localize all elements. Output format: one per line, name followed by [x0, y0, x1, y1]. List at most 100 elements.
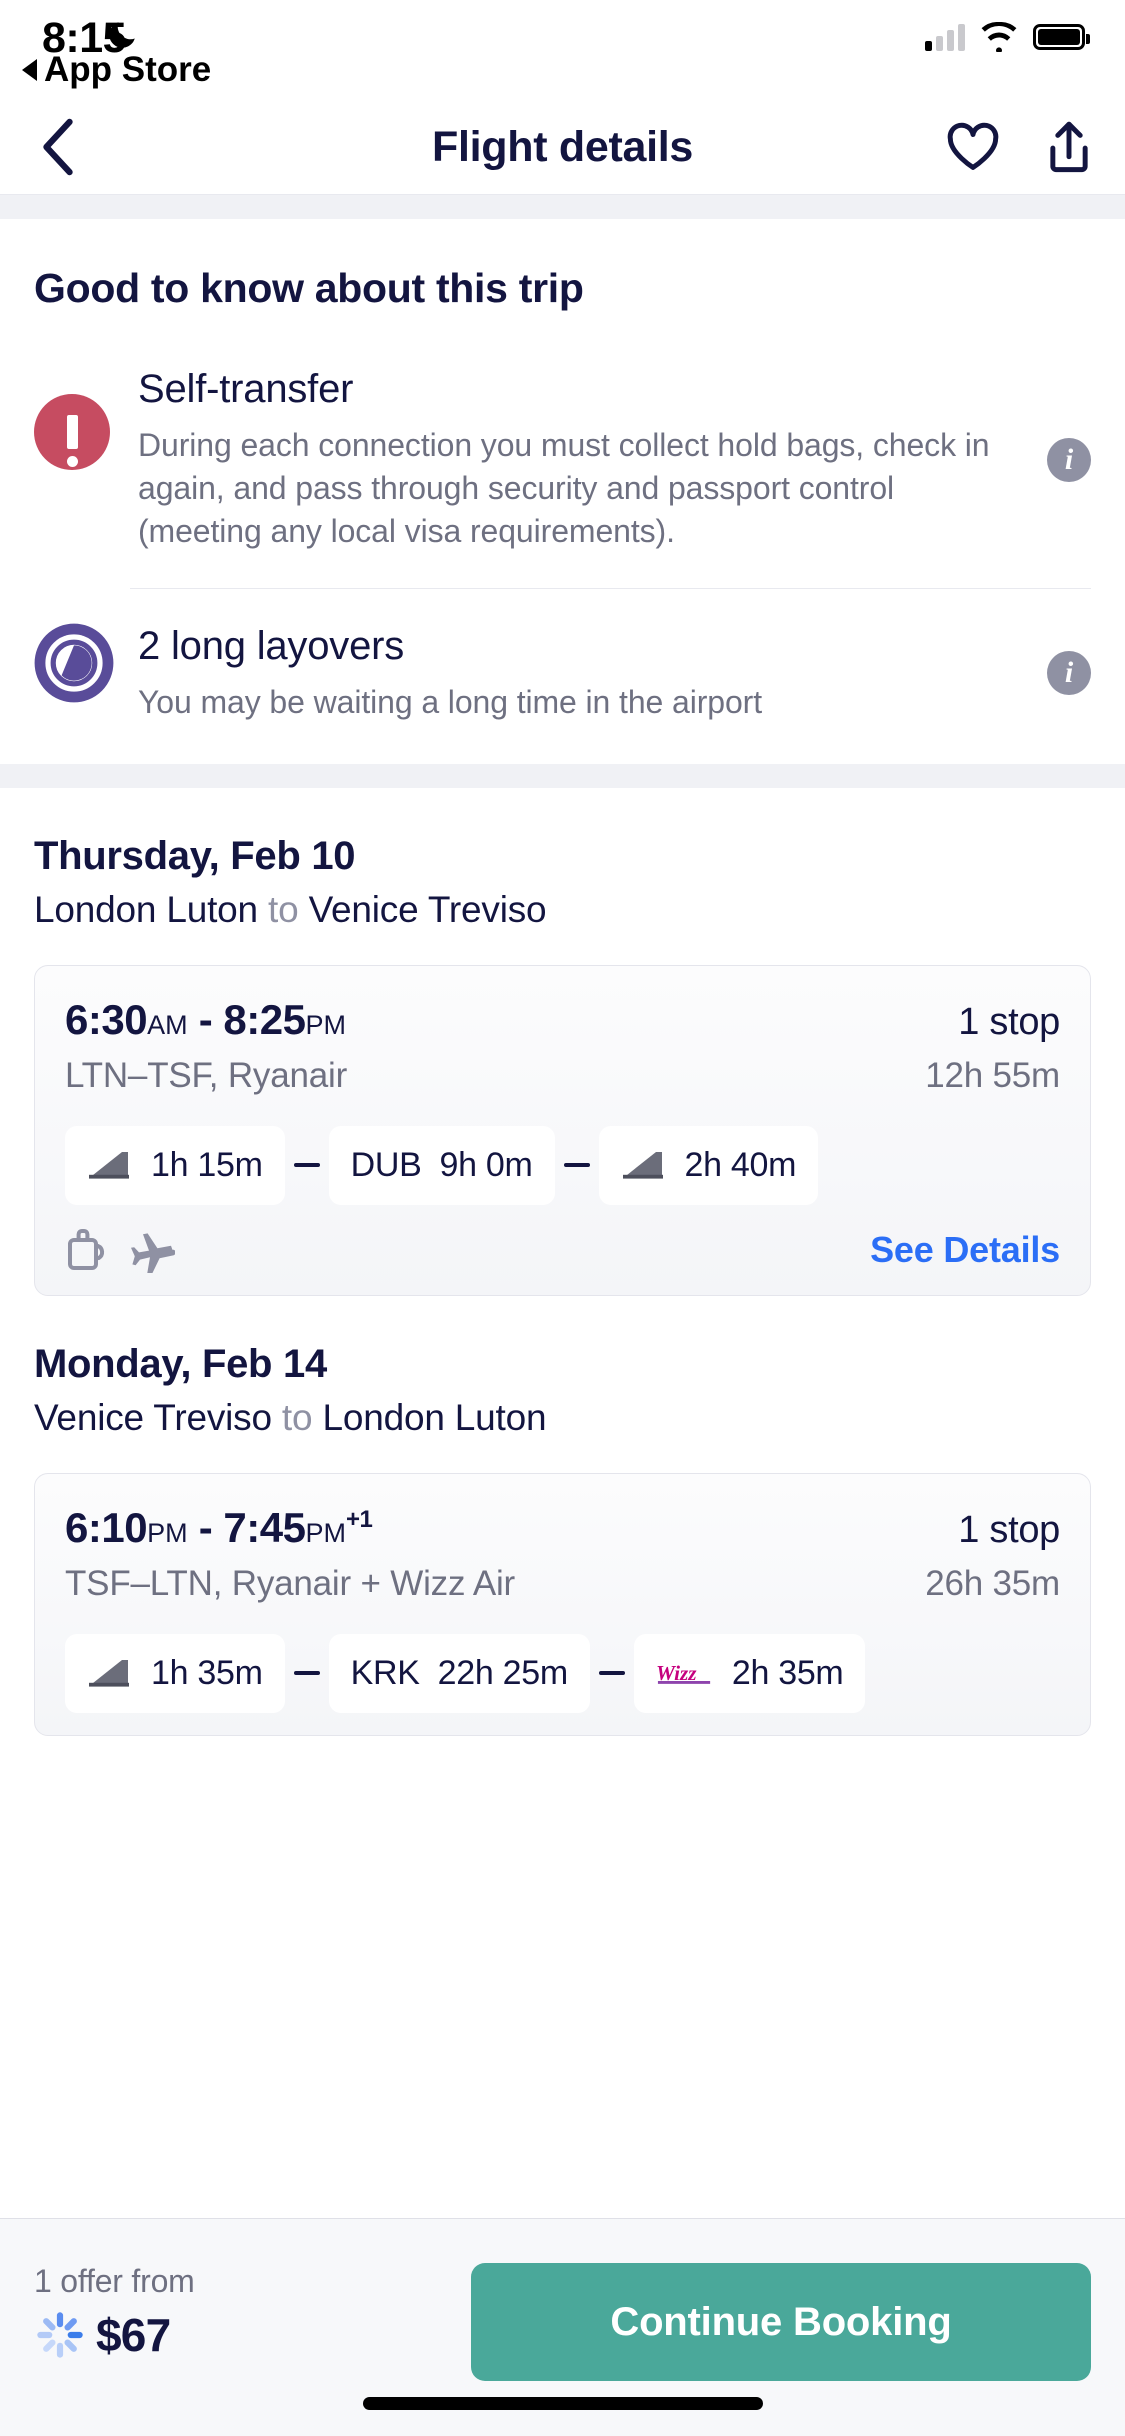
carriers-label: LTN–TSF, Ryanair [65, 1055, 348, 1095]
flight-card-carrier-row: TSF–LTN, Ryanair + Wizz Air 26h 35m [65, 1564, 1060, 1604]
leg-chip: Wizz 2h 35m [633, 1633, 866, 1713]
leg-duration: 2h 35m [731, 1653, 844, 1692]
share-icon [1050, 121, 1088, 173]
leg-chip: 2h 40m [598, 1125, 819, 1205]
battery-icon [1033, 24, 1090, 50]
self-transfer-info-button[interactable]: i [1047, 437, 1091, 482]
leg-chip: KRK 22h 25m [328, 1633, 590, 1713]
flight-times: 6:10PM - 7:45PM+1 [65, 1503, 373, 1551]
stops-count: 1 stop [958, 1000, 1060, 1043]
layover-text: 2 long layovers You may be waiting a lon… [130, 623, 1081, 724]
airplane-icon [131, 1233, 175, 1273]
arrive-time: 7:45 [223, 1503, 306, 1551]
self-transfer-body: During each connection you must collect … [138, 427, 990, 550]
back-to-app-link[interactable]: App Store [22, 50, 211, 90]
layover-info-button[interactable]: i [1047, 651, 1091, 696]
leg-duration: 2h 40m [684, 1145, 797, 1184]
flight-card-carrier-row: LTN–TSF, Ryanair 12h 55m [65, 1056, 1060, 1096]
arrive-time: 8:25 [223, 995, 306, 1043]
triangle-left-icon [22, 59, 37, 81]
layover-duration: 22h 25m [437, 1653, 569, 1692]
favorite-button[interactable] [943, 117, 1003, 177]
flight-card-outbound[interactable]: 6:30AM - 8:25PM 1 stop LTN–TSF, Ryanair … [34, 964, 1091, 1296]
route-origin: London Luton [34, 888, 258, 930]
leg-duration: 1h 35m [151, 1653, 263, 1692]
flight-times: 6:30AM - 8:25PM [65, 995, 346, 1043]
phone-screen: 8:15 App Store Flight details Good to kn… [0, 0, 1125, 2436]
share-button[interactable] [1039, 117, 1099, 177]
flight-attribute-icons [65, 1227, 175, 1273]
route-separator: to [257, 888, 309, 930]
airline-tail-icon [622, 1152, 663, 1179]
leg-connector [293, 1671, 320, 1676]
leg-chip: 1h 35m [65, 1633, 285, 1713]
home-indicator [362, 2397, 763, 2410]
signal-bars-icon [925, 23, 965, 51]
good-to-know-section: Good to know about this trip Self-transf… [0, 219, 1125, 764]
trip-outbound: Thursday, Feb 10 London Luton to Venice … [0, 787, 1125, 1296]
chevron-left-icon [43, 118, 73, 176]
trip-date: Monday, Feb 14 [34, 1341, 327, 1386]
total-duration: 12h 55m [925, 1055, 1060, 1095]
trip-return: Monday, Feb 14 Venice Treviso to London … [0, 1295, 1125, 1736]
good-to-know-divider [130, 587, 1091, 589]
trip-date: Thursday, Feb 10 [34, 833, 356, 878]
airline-tail-icon [89, 1660, 129, 1687]
leg-chips: 1h 35m KRK 22h 25m Wizz 2h 35m [65, 1633, 1060, 1713]
route-separator: to [271, 1396, 323, 1438]
day-offset-badge: +1 [345, 1505, 373, 1533]
kiwi-sunburst-icon [37, 2312, 83, 2358]
leg-chip: DUB 9h 0m [328, 1125, 555, 1205]
total-duration: 26h 35m [925, 1563, 1060, 1603]
offer-count-label: 1 offer from [34, 2263, 195, 2299]
price-row: $67 [34, 2308, 195, 2362]
layover-body: You may be waiting a long time in the ai… [138, 683, 763, 720]
depart-meridiem: AM [147, 1009, 188, 1040]
continue-booking-button[interactable]: Continue Booking [471, 2263, 1091, 2381]
depart-time: 6:30 [65, 995, 148, 1043]
wifi-icon [981, 22, 1017, 52]
leg-chip: 1h 15m [65, 1125, 285, 1205]
status-bar-indicators [925, 22, 1090, 52]
layover-duration: 9h 0m [439, 1145, 533, 1184]
stops-count: 1 stop [958, 1508, 1060, 1551]
self-transfer-warning-icon-wrap [34, 366, 130, 470]
good-to-know-title: Good to know about this trip [34, 265, 584, 311]
price-amount: $67 [96, 2309, 171, 2361]
route-origin: Venice Treviso [34, 1396, 272, 1438]
status-bar: 8:15 App Store [0, 0, 1125, 100]
carriers-label: TSF–LTN, Ryanair + Wizz Air [65, 1563, 516, 1603]
self-transfer-bag-icon [68, 1228, 105, 1270]
info-icon: i [1047, 437, 1091, 482]
layover-airport-code: KRK [350, 1653, 420, 1692]
route-destination: London Luton [322, 1396, 547, 1438]
wizz-air-logo-icon: Wizz [656, 1661, 710, 1685]
flight-card-return[interactable]: 6:10PM - 7:45PM+1 1 stop TSF–LTN, Ryanai… [34, 1472, 1091, 1736]
trip-route: Venice Treviso to London Luton [34, 1397, 1091, 1439]
warning-exclamation-icon [34, 394, 110, 470]
depart-meridiem: PM [147, 1517, 188, 1548]
arrive-meridiem: PM [305, 1517, 346, 1548]
section-divider-2 [0, 763, 1125, 788]
layover-icon-wrap [34, 623, 130, 703]
layover-airport-code: DUB [350, 1145, 422, 1184]
depart-time: 6:10 [65, 1503, 148, 1551]
back-button[interactable] [22, 111, 94, 183]
section-divider [0, 195, 1125, 219]
info-icon: i [1047, 651, 1091, 696]
heart-icon [947, 122, 999, 170]
self-transfer-heading: Self-transfer [138, 367, 354, 411]
leg-connector [293, 1163, 320, 1168]
trip-route: London Luton to Venice Treviso [34, 889, 1091, 931]
flight-card-times-row: 6:30AM - 8:25PM 1 stop [65, 996, 1060, 1044]
leg-duration: 1h 15m [151, 1145, 263, 1184]
nav-actions [943, 117, 1099, 177]
moon-icon [109, 22, 135, 48]
arrive-meridiem: PM [305, 1009, 346, 1040]
see-details-link[interactable]: See Details [870, 1229, 1060, 1271]
airline-tail-icon [89, 1152, 129, 1179]
leg-chips: 1h 15m DUB 9h 0m 2h 40m [65, 1125, 1060, 1205]
price-block: 1 offer from $67 [34, 2263, 195, 2362]
self-transfer-text: Self-transfer During each connection you… [130, 366, 1081, 554]
nav-bar: Flight details [0, 100, 1125, 195]
